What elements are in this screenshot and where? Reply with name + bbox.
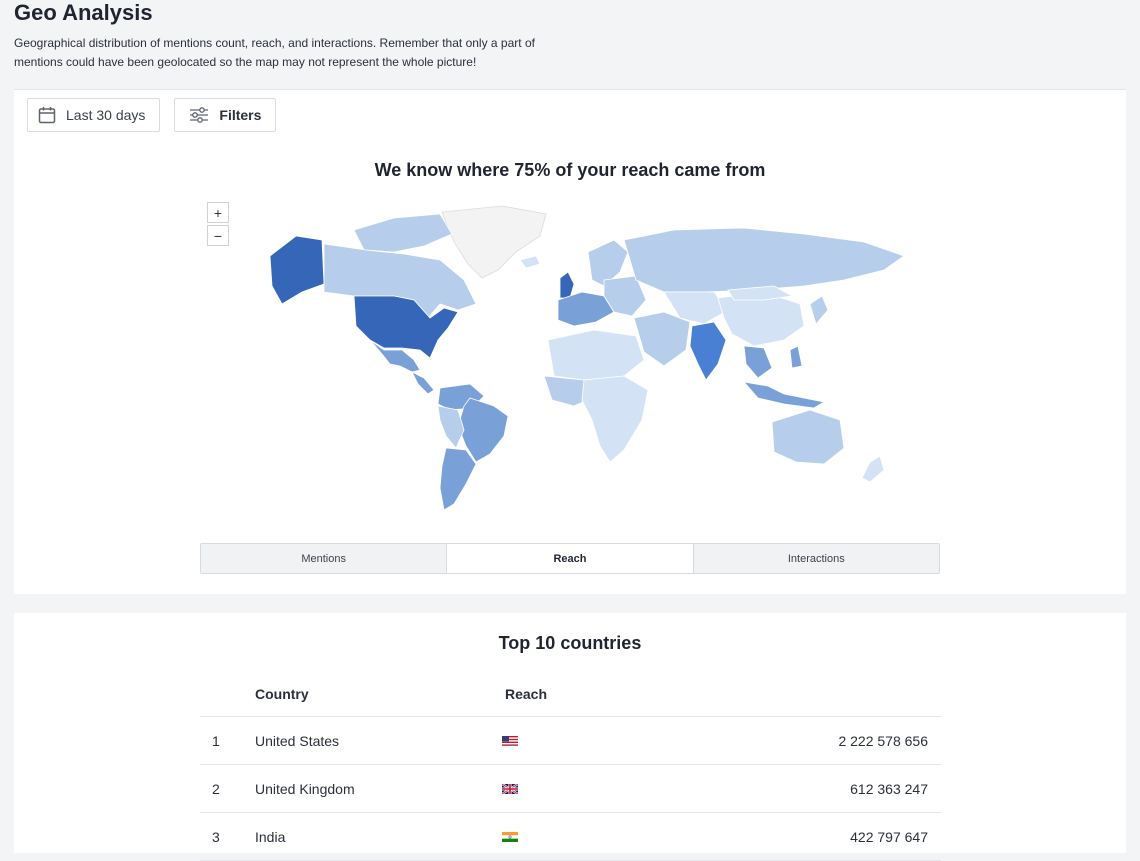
region-indonesia <box>742 381 826 409</box>
zoom-out-button[interactable]: − <box>207 225 229 246</box>
map-title: We know where 75% of your reach came fro… <box>374 160 766 180</box>
reach-cell: 422 797 647 <box>850 828 928 845</box>
tab-mentions[interactable]: Mentions <box>201 544 448 573</box>
top-countries-title: Top 10 countries <box>498 633 642 653</box>
reach-cell: 2 222 578 656 <box>838 732 928 749</box>
top-countries-card: Top 10 countries Country Reach 1 United … <box>14 613 1126 861</box>
region-iceland <box>519 255 541 269</box>
world-choropleth-map[interactable] <box>244 200 914 520</box>
date-range-label: Last 30 days <box>66 107 146 123</box>
region-new-zealand <box>861 455 885 483</box>
filters-label: Filters <box>219 107 262 123</box>
tab-reach[interactable]: Reach <box>447 544 694 573</box>
country-header: Country <box>255 685 309 702</box>
page-title: Geo Analysis <box>14 0 153 25</box>
region-russia <box>623 227 905 293</box>
toolbar: Last 30 days Filters <box>27 98 277 132</box>
region-alaska <box>269 235 325 305</box>
region-central-america <box>411 371 435 395</box>
uk-flag-icon <box>502 783 518 794</box>
table-row[interactable]: 1 United States 2 222 578 656 <box>200 717 941 765</box>
reach-cell: 612 363 247 <box>850 780 928 797</box>
region-north-africa <box>547 329 645 381</box>
table-header: Country Reach <box>200 671 941 717</box>
flag-cell <box>502 831 542 842</box>
rank-cell: 3 <box>212 828 220 845</box>
country-cell: India <box>255 828 286 845</box>
region-india <box>689 321 727 381</box>
zoom-in-button[interactable]: + <box>207 202 229 223</box>
table-row[interactable]: 2 United Kingdom 612 363 247 <box>200 765 941 813</box>
map-zoom-controls: + − <box>207 202 229 246</box>
reach-header: Reach <box>505 685 548 702</box>
india-flag-icon <box>502 831 518 842</box>
geo-map-card: Last 30 days Filters We know where 75% o… <box>14 89 1126 594</box>
calendar-icon <box>38 107 56 124</box>
region-australia <box>771 409 845 465</box>
region-japan <box>809 295 829 325</box>
rank-cell: 2 <box>212 780 220 797</box>
top-countries-table: Country Reach 1 United States 2 222 578 … <box>200 671 941 861</box>
flag-cell <box>502 783 542 794</box>
filters-button[interactable]: Filters <box>174 98 277 132</box>
metric-tabs: Mentions Reach Interactions <box>200 543 940 574</box>
region-peru-bolivia <box>437 405 465 449</box>
tab-interactions[interactable]: Interactions <box>693 544 939 573</box>
region-central-africa <box>581 375 649 463</box>
region-united-kingdom <box>559 271 575 299</box>
page-description: Geographical distribution of mentions co… <box>14 36 535 69</box>
country-cell: United States <box>255 732 340 749</box>
table-row[interactable]: 3 India 422 797 647 <box>200 813 941 861</box>
region-philippines <box>789 345 803 369</box>
country-cell: United Kingdom <box>255 780 355 797</box>
sliders-icon <box>190 107 209 123</box>
region-argentina-chile <box>439 447 477 511</box>
page-header: Geo Analysis Geographical distribution o… <box>0 0 1140 72</box>
region-greenland <box>441 205 547 279</box>
region-southeast-asia <box>743 345 773 379</box>
region-united-states <box>353 295 459 359</box>
date-range-button[interactable]: Last 30 days <box>27 98 161 132</box>
region-canada-islands <box>353 213 453 253</box>
flag-cell <box>502 735 542 746</box>
us-flag-icon <box>502 735 518 746</box>
rank-cell: 1 <box>212 732 220 749</box>
